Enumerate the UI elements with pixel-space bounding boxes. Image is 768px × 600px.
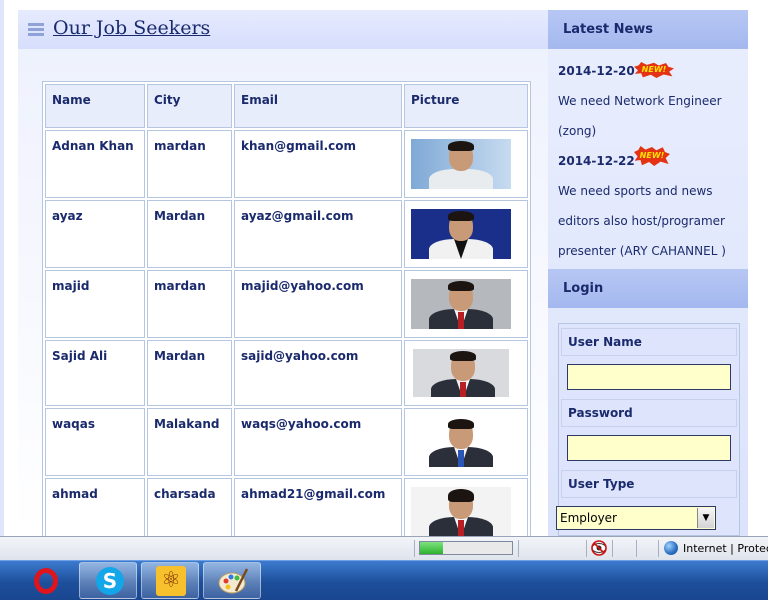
- cell-picture: [404, 200, 528, 268]
- cell-name: Sajid Ali: [45, 340, 145, 406]
- page-title[interactable]: Our Job Seekers: [53, 17, 210, 39]
- table-header-row: Name City Email Picture: [45, 84, 528, 128]
- atom-icon: ⚛: [156, 566, 186, 596]
- column-header-email: Email: [234, 84, 402, 128]
- cell-city: mardan: [147, 270, 232, 338]
- job-seekers-table: Name City Email Picture Adnan Khan marda…: [42, 81, 531, 549]
- cell-picture: [404, 408, 528, 476]
- password-input[interactable]: [567, 435, 731, 461]
- cell-city: Malakand: [147, 408, 232, 476]
- seeker-photo: [413, 349, 509, 397]
- cell-email: ayaz@gmail.com: [234, 200, 402, 268]
- privacy-eye-icon[interactable]: [591, 540, 607, 556]
- usertype-select[interactable]: Employer ▼: [556, 506, 716, 530]
- new-badge-icon: NEW!: [634, 146, 670, 166]
- column-header-picture: Picture: [404, 84, 528, 128]
- main-content: Our Job Seekers Name City Email Picture …: [0, 0, 552, 549]
- paint-taskbar-button[interactable]: [203, 562, 261, 599]
- login-header: Login: [548, 269, 748, 308]
- cell-city: mardan: [147, 130, 232, 198]
- cell-city: Mardan: [147, 340, 232, 406]
- cell-name: waqas: [45, 408, 145, 476]
- news-text: We need Network Engineer (zong): [558, 94, 722, 138]
- table-row: ayaz Mardan ayaz@gmail.com: [45, 200, 528, 268]
- browser-status-bar: Internet | Protec: [0, 536, 768, 560]
- page-load-progress: [419, 541, 513, 555]
- login-form: User Name Password User Type: [558, 323, 740, 536]
- paint-icon: [218, 568, 248, 594]
- cell-picture: [404, 340, 528, 406]
- opera-taskbar-button[interactable]: [16, 562, 74, 599]
- atom-taskbar-button[interactable]: ⚛: [141, 562, 199, 599]
- column-header-name: Name: [45, 84, 145, 128]
- cell-city: Mardan: [147, 200, 232, 268]
- seeker-photo: [411, 209, 511, 259]
- username-input[interactable]: [567, 364, 731, 390]
- menu-icon[interactable]: [28, 23, 44, 36]
- cell-name: majid: [45, 270, 145, 338]
- chevron-down-icon[interactable]: ▼: [697, 508, 714, 528]
- table-row: Adnan Khan mardan khan@gmail.com: [45, 130, 528, 198]
- cell-picture: [404, 270, 528, 338]
- usertype-label: User Type: [561, 470, 737, 498]
- usertype-selected: Employer: [560, 511, 617, 525]
- seeker-photo: [411, 487, 511, 537]
- cell-email: majid@yahoo.com: [234, 270, 402, 338]
- internet-zone-icon: [664, 541, 678, 555]
- cell-picture: [404, 130, 528, 198]
- username-label: User Name: [561, 328, 737, 356]
- skype-icon: S: [96, 567, 124, 595]
- cell-name: Adnan Khan: [45, 130, 145, 198]
- news-date: 2014-12-20: [558, 64, 635, 78]
- column-header-city: City: [147, 84, 232, 128]
- skype-taskbar-button[interactable]: S: [79, 562, 137, 599]
- seeker-photo: [411, 417, 511, 467]
- cell-email: sajid@yahoo.com: [234, 340, 402, 406]
- table-row: majid mardan majid@yahoo.com: [45, 270, 528, 338]
- page-header: Our Job Seekers: [18, 10, 552, 49]
- news-date: 2014-12-22: [558, 154, 635, 168]
- cell-email: khan@gmail.com: [234, 130, 402, 198]
- table-row: Sajid Ali Mardan sajid@yahoo.com: [45, 340, 528, 406]
- new-badge-icon: NEW!: [634, 62, 674, 78]
- password-label: Password: [561, 399, 737, 427]
- latest-news-header: Latest News: [548, 10, 748, 49]
- news-text: We need sports and news editors also hos…: [558, 184, 726, 258]
- sidebar: Latest News 2014-12-20 NEW! We need Netw…: [548, 0, 768, 536]
- seeker-photo: [411, 279, 511, 329]
- opera-icon: [34, 568, 58, 594]
- windows-taskbar: S ⚛: [0, 560, 768, 600]
- cell-email: waqs@yahoo.com: [234, 408, 402, 476]
- table-row: waqas Malakand waqs@yahoo.com: [45, 408, 528, 476]
- seeker-photo: [411, 139, 511, 189]
- security-zone-text: Internet | Protec: [683, 542, 768, 555]
- cell-name: ayaz: [45, 200, 145, 268]
